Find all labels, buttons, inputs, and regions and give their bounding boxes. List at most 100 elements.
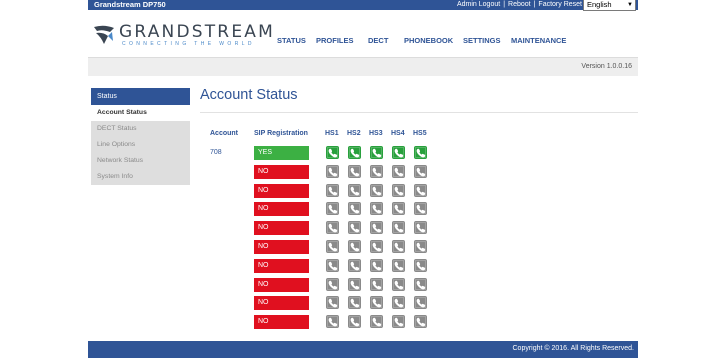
sidebar-header[interactable]: Status [91, 88, 190, 105]
column-header-sip-registration: SIP Registration [254, 130, 308, 137]
phone-handset-icon [326, 296, 339, 310]
phone-handset-icon [348, 240, 361, 253]
phone-handset-icon [414, 296, 427, 310]
sidebar-item-system-info[interactable]: System Info [91, 169, 190, 185]
phone-handset-icon [414, 277, 427, 291]
column-header-hs4: HS4 [391, 130, 405, 137]
sip-registration-status: NO [254, 277, 309, 292]
phone-handset-icon [348, 202, 361, 216]
copyright-text: Copyright © 2016. All Rights Reserved. [512, 345, 635, 352]
phone-handset-icon [414, 146, 427, 159]
column-header-hs2: HS2 [347, 130, 361, 137]
nav-maintenance[interactable]: MAINTENANCE [511, 36, 566, 45]
language-value: English [587, 0, 612, 9]
phone-handset-icon [392, 277, 405, 291]
phone-handset-icon [392, 202, 405, 216]
phone-handset-icon [370, 240, 383, 253]
phone-handset-icon [370, 221, 383, 235]
sidebar-item-account-status[interactable]: Account Status [91, 105, 190, 121]
phone-handset-icon [370, 277, 383, 291]
phone-handset-icon [326, 202, 339, 216]
product-name: Grandstream DP750 [94, 0, 166, 9]
phone-handset-icon [392, 183, 405, 197]
account-number: 708 [210, 149, 222, 156]
phone-handset-icon [370, 296, 383, 310]
phone-handset-icon [392, 296, 405, 310]
sip-registration-status: YES [254, 146, 309, 160]
header-links: Admin Logout | Reboot | Factory Reset [457, 0, 582, 10]
phone-handset-icon [326, 315, 339, 329]
phone-handset-icon [326, 164, 339, 178]
phone-handset-icon [326, 240, 339, 253]
admin-logout-link[interactable]: Admin Logout [457, 1, 500, 8]
phone-handset-icon [392, 221, 405, 235]
phone-handset-icon [370, 146, 383, 159]
top-bar: Grandstream DP750 Admin Logout | Reboot | Fa… [88, 0, 638, 11]
phone-handset-icon [348, 277, 361, 291]
separator: | [503, 1, 506, 8]
phone-handset-icon [370, 183, 383, 197]
sip-registration-status: NO [254, 202, 309, 217]
phone-handset-icon [392, 240, 405, 253]
column-header-hs1: HS1 [325, 130, 339, 137]
grandstream-logo-icon [94, 25, 114, 44]
phone-handset-icon [348, 296, 361, 310]
phone-handset-icon [414, 221, 427, 235]
phone-handset-icon [414, 202, 427, 216]
sidebar-item-line-options[interactable]: Line Options [91, 137, 190, 153]
phone-handset-icon [392, 258, 405, 272]
sidebar: Status Account Status DECT Status Line O… [91, 88, 190, 185]
nav-phonebook[interactable]: PHONEBOOK [404, 36, 453, 45]
language-select[interactable]: English ▼ [583, 0, 636, 11]
reboot-link[interactable]: Reboot [508, 1, 531, 8]
sip-registration-status: NO [254, 258, 309, 273]
phone-handset-icon [326, 183, 339, 197]
phone-handset-icon [326, 221, 339, 235]
phone-handset-icon [370, 258, 383, 272]
sip-registration-status: NO [254, 183, 309, 198]
logo-name: GRANDSTREAM [119, 22, 275, 42]
sidebar-item-dect-status[interactable]: DECT Status [91, 121, 190, 137]
version-text: Version 1.0.0.16 [581, 63, 632, 70]
chevron-down-icon: ▼ [627, 2, 633, 8]
column-header-hs3: HS3 [369, 130, 383, 137]
phone-handset-icon [348, 183, 361, 197]
nav-status[interactable]: STATUS [277, 36, 306, 45]
nav-profiles[interactable]: PROFILES [316, 36, 354, 45]
phone-handset-icon [370, 202, 383, 216]
phone-handset-icon [370, 315, 383, 329]
phone-handset-icon [370, 164, 383, 178]
sip-registration-status: NO [254, 296, 309, 311]
phone-handset-icon [414, 258, 427, 272]
nav-settings[interactable]: SETTINGS [463, 36, 501, 45]
phone-handset-icon [348, 146, 361, 159]
sip-registration-status: NO [254, 315, 309, 330]
phone-handset-icon [348, 164, 361, 178]
divider [200, 112, 638, 113]
phone-handset-icon [348, 315, 361, 329]
page-title: Account Status [200, 87, 298, 103]
phone-handset-icon [414, 183, 427, 197]
logo: GRANDSTREAM CONNECTING THE WORLD [92, 22, 273, 49]
phone-handset-icon [326, 146, 339, 159]
phone-handset-icon [326, 277, 339, 291]
sip-registration-status: NO [254, 164, 309, 179]
phone-handset-icon [414, 164, 427, 178]
phone-handset-icon [392, 315, 405, 329]
factory-reset-link[interactable]: Factory Reset [538, 1, 582, 8]
sip-registration-status: NO [254, 240, 309, 254]
sip-registration-status: NO [254, 221, 309, 236]
version-bar: Version 1.0.0.16 [88, 57, 638, 76]
logo-tagline: CONNECTING THE WORLD [122, 41, 255, 47]
sidebar-item-network-status[interactable]: Network Status [91, 153, 190, 169]
phone-handset-icon [392, 146, 405, 159]
footer: Copyright © 2016. All Rights Reserved. [88, 341, 638, 358]
phone-handset-icon [414, 240, 427, 253]
phone-handset-icon [348, 221, 361, 235]
phone-handset-icon [326, 258, 339, 272]
nav-dect[interactable]: DECT [368, 36, 388, 45]
phone-handset-icon [414, 315, 427, 329]
phone-handset-icon [348, 258, 361, 272]
column-header-hs5: HS5 [413, 130, 427, 137]
phone-handset-icon [392, 164, 405, 178]
